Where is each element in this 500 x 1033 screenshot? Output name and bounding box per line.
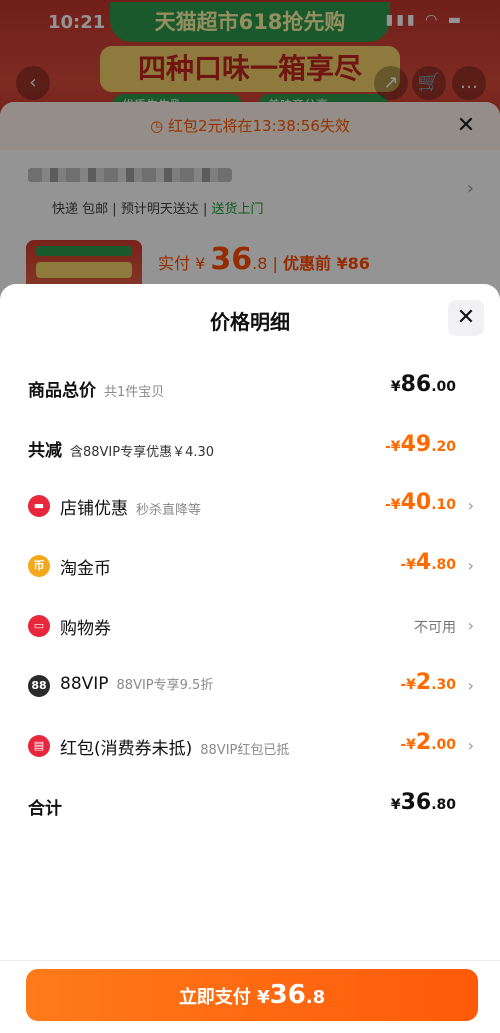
pay-amount-dec: .8 bbox=[305, 987, 326, 1008]
close-icon[interactable]: ✕ bbox=[448, 300, 484, 336]
row-label: 店铺优惠 秒杀直降等 bbox=[60, 499, 202, 519]
row-sub: 含88VIP专享优惠￥4.30 bbox=[70, 445, 215, 460]
row-goods-total: 商品总价 共1件宝贝 ¥86.00 bbox=[0, 368, 500, 408]
row-sub: 秒杀直降等 bbox=[136, 503, 202, 518]
row-total-discount: 共减 含88VIP专享优惠￥4.30 -¥49.20 bbox=[0, 428, 500, 468]
chevron-right-icon: › bbox=[467, 736, 474, 755]
row-label: 合计 bbox=[28, 799, 62, 819]
row-red-packet[interactable]: ▤ 红包(消费券未抵) 88VIP红包已抵 -¥2.00 › bbox=[0, 726, 500, 766]
pay-amount-int: 36 bbox=[269, 980, 306, 1010]
row-amount: -¥49.20 bbox=[385, 432, 456, 457]
chevron-right-icon: › bbox=[467, 676, 474, 695]
row-amount: -¥40.10 bbox=[385, 490, 456, 515]
chevron-right-icon: › bbox=[467, 556, 474, 575]
chevron-right-icon: › bbox=[467, 616, 474, 635]
voucher-status: 不可用 bbox=[414, 620, 456, 636]
row-grand-total: 合计 ¥36.80 bbox=[0, 786, 500, 826]
row-amount: -¥4.80 bbox=[400, 550, 456, 575]
row-amount: ¥36.80 bbox=[390, 790, 456, 815]
row-taojinbi[interactable]: 币 淘金币 -¥4.80 › bbox=[0, 546, 500, 586]
row-label: 红包(消费券未抵) 88VIP红包已抵 bbox=[60, 739, 290, 759]
row-label: 淘金币 bbox=[60, 559, 111, 579]
row-label: 购物券 bbox=[60, 619, 111, 639]
red-packet-icon: ▤ bbox=[28, 735, 50, 757]
row-label: 共减 含88VIP专享优惠￥4.30 bbox=[28, 441, 215, 461]
taojinbi-coin-icon: 币 bbox=[28, 555, 50, 577]
row-amount: -¥2.00 bbox=[400, 730, 456, 755]
row-amount: -¥2.30 bbox=[400, 670, 456, 695]
88vip-icon: 88 bbox=[28, 675, 50, 697]
row-label: 商品总价 共1件宝贝 bbox=[28, 381, 165, 401]
pay-label: 立即支付 ¥ bbox=[178, 987, 270, 1008]
row-88vip[interactable]: 88 88VIP 88VIP专享9.5折 -¥2.30 › bbox=[0, 666, 500, 706]
pay-now-button[interactable]: 立即支付 ¥36.8 bbox=[26, 969, 478, 1021]
sheet-title: 价格明细 bbox=[210, 310, 290, 334]
row-sub: 共1件宝贝 bbox=[104, 385, 165, 400]
row-shop-discount[interactable]: ▬ 店铺优惠 秒杀直降等 -¥40.10 › bbox=[0, 486, 500, 526]
row-label: 88VIP 88VIP专享9.5折 bbox=[60, 674, 214, 694]
row-shopping-voucher[interactable]: ▭ 购物券 不可用 › bbox=[0, 606, 500, 646]
shopping-voucher-icon: ▭ bbox=[28, 615, 50, 637]
price-detail-sheet: 价格明细 ✕ 商品总价 共1件宝贝 ¥86.00 共减 含88VIP专享优惠￥4.3… bbox=[0, 284, 500, 1033]
pay-bar: 立即支付 ¥36.8 bbox=[0, 960, 500, 1033]
shop-coupon-icon: ▬ bbox=[28, 495, 50, 517]
row-sub: 88VIP红包已抵 bbox=[200, 743, 290, 758]
chevron-right-icon: › bbox=[467, 496, 474, 515]
row-amount: ¥86.00 bbox=[390, 372, 456, 397]
row-sub: 88VIP专享9.5折 bbox=[116, 678, 214, 693]
